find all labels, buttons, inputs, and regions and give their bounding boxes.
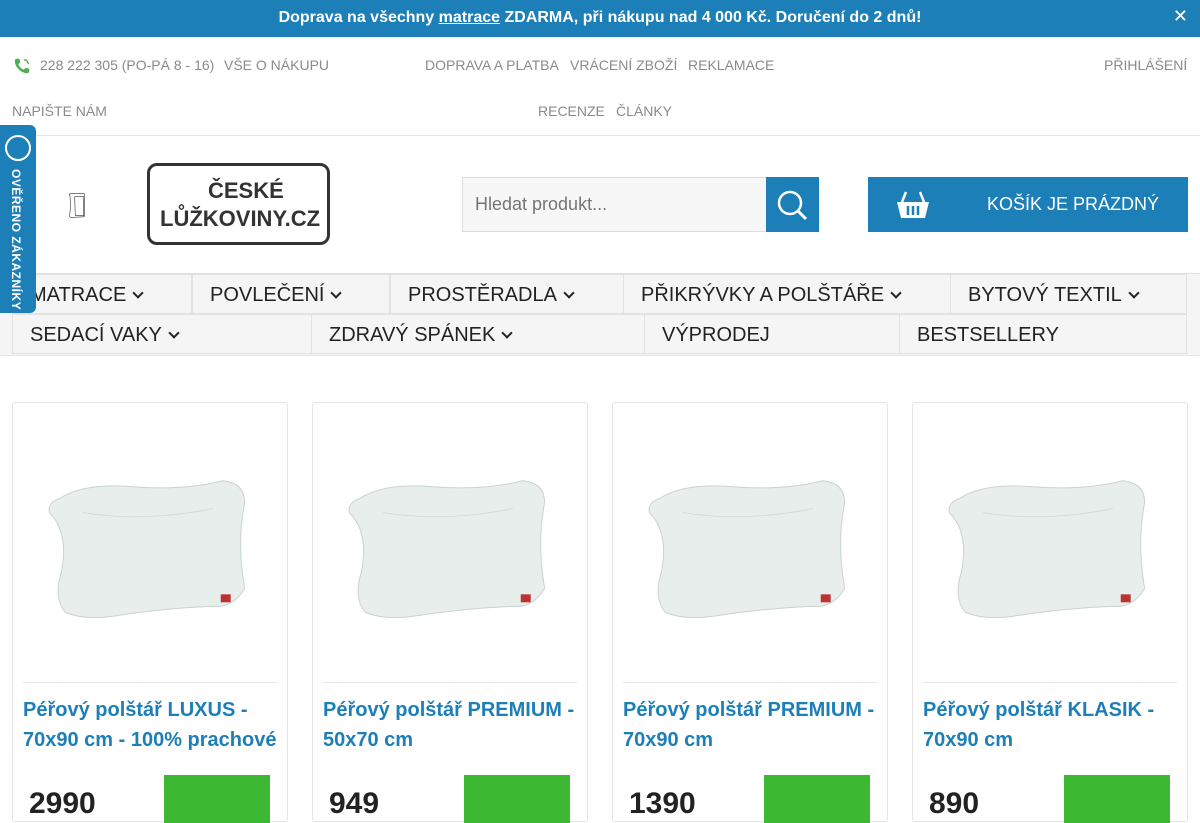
link-reklamace[interactable]: REKLAMACE — [688, 57, 774, 73]
link-napiste-nam[interactable]: NAPIŠTE NÁM — [12, 103, 107, 119]
nav-bestsellery[interactable]: BESTSELLERY — [899, 314, 1187, 354]
link-vse-o-nakupu[interactable]: VŠE O NÁKUPU — [224, 57, 329, 73]
logo-line-1: ČESKÉ — [208, 178, 284, 203]
cart-label: KOŠÍK JE PRÁZDNÝ — [987, 194, 1160, 214]
link-prihlaseni[interactable]: PŘIHLÁŠENÍ — [1104, 57, 1187, 73]
search-input[interactable] — [462, 177, 767, 232]
main-nav: MATRACE POVLEČENÍ PROSTĚRADLA PŘIKRÝVKY … — [0, 274, 1200, 356]
chevron-down-icon — [168, 327, 180, 339]
chevron-down-icon — [501, 327, 514, 339]
product-price: 2990 — [29, 787, 96, 820]
pillow-image — [923, 480, 1177, 683]
nav-vyprodej[interactable]: VÝPRODEJ — [644, 314, 900, 354]
product-price: 1390 — [629, 787, 696, 820]
phone-number[interactable]: 228 222 305 (PO-PÁ 8 - 16) — [40, 57, 214, 73]
nav-matrace[interactable]: MATRACE — [12, 274, 192, 314]
product-title[interactable]: Péřový polštář LUXUS - 70x90 cm - 100% p… — [23, 695, 281, 755]
announcement-link[interactable]: matrace — [439, 9, 500, 26]
announcement-bar: Doprava na všechny matrace ZDARMA, při n… — [0, 0, 1200, 37]
nav-povleceni[interactable]: POVLEČENÍ — [192, 274, 390, 314]
add-to-cart-button[interactable] — [164, 775, 270, 823]
phone-icon — [14, 58, 30, 74]
nav-label: POVLEČENÍ — [210, 284, 325, 306]
chevron-down-icon — [563, 287, 575, 299]
chevron-down-icon — [330, 287, 343, 299]
pillow-image — [623, 480, 877, 683]
nav-label: BESTSELLERY — [917, 324, 1059, 346]
product-title[interactable]: Péřový polštář PREMIUM - 70x90 cm — [623, 695, 881, 755]
product-price: 949 — [329, 787, 380, 820]
logo-line-2: LŮŽKOVINY.CZ — [160, 206, 321, 231]
verified-seal-icon — [5, 135, 31, 161]
product-title[interactable]: Péřový polštář KLASIK - 70x90 cm — [923, 695, 1181, 755]
product-title[interactable]: Péřový polštář PREMIUM - 50x70 cm — [323, 695, 581, 755]
product-card[interactable]: Péřový polštář KLASIK - 70x90 cm 890 — [912, 402, 1188, 823]
verified-badge[interactable]: OVĚŘENO ZÁKAZNÍKY — [0, 125, 36, 313]
link-vraceni-zbozi[interactable]: VRÁCENÍ ZBOŽÍ — [570, 57, 677, 73]
nav-prosteradla[interactable]: PROSTĚRADLA — [390, 274, 624, 314]
nav-bytovy-textil[interactable]: BYTOVÝ TEXTIL — [950, 274, 1187, 314]
basket-icon — [897, 191, 929, 218]
cart-button[interactable]: KOŠÍK JE PRÁZDNÝ — [868, 177, 1188, 232]
search-icon — [777, 190, 808, 221]
logo-pillow-icon[interactable] — [68, 160, 148, 250]
nav-prikryvky-a-polstare[interactable]: PŘIKRÝVKY A POLŠTÁŘE — [623, 274, 951, 314]
verified-badge-text: OVĚŘENO ZÁKAZNÍKY — [9, 169, 23, 311]
pillow-image — [323, 480, 577, 683]
announcement-suffix: ZDARMA, při nákupu nad 4 000 Kč. Doručen… — [504, 9, 922, 26]
nav-label: VÝPRODEJ — [662, 324, 770, 346]
nav-label: MATRACE — [30, 284, 127, 306]
product-price: 890 — [929, 787, 980, 820]
add-to-cart-button[interactable] — [764, 775, 870, 823]
nav-label: ZDRAVÝ SPÁNEK — [329, 324, 496, 346]
chevron-down-icon — [132, 287, 144, 299]
product-card[interactable]: Péřový polštář PREMIUM - 70x90 cm 1390 — [612, 402, 888, 823]
chevron-down-icon — [1128, 287, 1140, 299]
add-to-cart-button[interactable] — [464, 775, 570, 823]
announcement-prefix: Doprava na všechny — [278, 9, 435, 26]
link-doprava-a-platba[interactable]: DOPRAVA A PLATBA — [425, 57, 559, 73]
link-recenze[interactable]: RECENZE — [538, 103, 605, 119]
nav-label: PROSTĚRADLA — [408, 284, 557, 306]
nav-zdravy-spanek[interactable]: ZDRAVÝ SPÁNEK — [311, 314, 645, 354]
nav-label: SEDACÍ VAKY — [30, 324, 162, 346]
product-card[interactable]: Péřový polštář PREMIUM - 50x70 cm 949 — [312, 402, 588, 823]
product-card[interactable]: Péřový polštář LUXUS - 70x90 cm - 100% p… — [12, 402, 288, 823]
nav-label: PŘIKRÝVKY A POLŠTÁŘE — [641, 284, 885, 306]
logo[interactable]: ČESKÉ LŮŽKOVINY.CZ — [147, 163, 330, 245]
nav-sedaci-vaky[interactable]: SEDACÍ VAKY — [12, 314, 312, 354]
add-to-cart-button[interactable] — [1064, 775, 1170, 823]
pillow-image — [23, 480, 277, 683]
search-button[interactable] — [766, 177, 819, 232]
link-clanky[interactable]: ČLÁNKY — [616, 103, 672, 119]
utility-nav: 228 222 305 (PO-PÁ 8 - 16) VŠE O NÁKUPU … — [0, 37, 1200, 136]
close-icon[interactable]: ✕ — [1173, 0, 1188, 32]
nav-label: BYTOVÝ TEXTIL — [968, 284, 1122, 306]
chevron-down-icon — [890, 287, 902, 299]
